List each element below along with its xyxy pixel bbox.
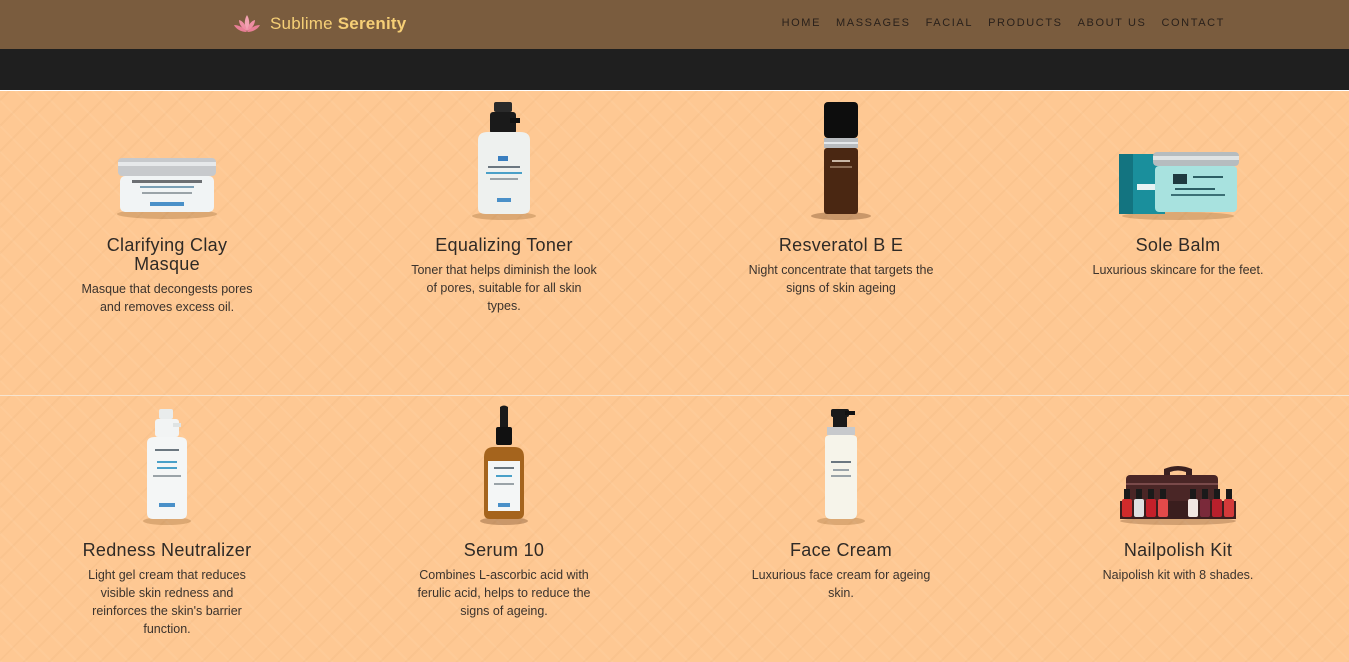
spray-bottle-image [72, 405, 262, 525]
nav-contact[interactable]: CONTACT [1161, 17, 1225, 29]
product-description: Luxurious skincare for the feet. [1092, 263, 1264, 277]
product-card-clarifying-clay-masque[interactable]: Clarifying Clay Masque Masque that decon… [72, 100, 262, 316]
product-card-sole-balm[interactable]: Sole Balm Luxurious skincare for the fee… [1083, 100, 1273, 279]
brand-name: Sublime Serenity [270, 14, 407, 33]
product-title: Clarifying Clay Masque [106, 235, 228, 274]
product-description: Naipolish kit with 8 shades. [1102, 568, 1254, 582]
clay-masque-jar-image [72, 100, 262, 220]
nav-massages[interactable]: MASSAGES [836, 17, 911, 29]
nav-products[interactable]: PRODUCTS [988, 17, 1063, 29]
product-description: Night concentrate that targets the signs… [748, 263, 934, 295]
site-header: Sublime Serenity HOME MASSAGES FACIAL PR… [0, 0, 1349, 49]
product-description: Masque that decongests pores and removes… [81, 282, 253, 314]
product-title: Resveratol B E [778, 235, 904, 255]
row-divider [0, 395, 1349, 396]
product-card-equalizing-toner[interactable]: Equalizing Toner Toner that helps dimini… [409, 100, 599, 315]
toner-spray-bottle-image [409, 100, 599, 220]
product-card-face-cream[interactable]: Face Cream Luxurious face cream for agei… [746, 405, 936, 602]
product-card-resveratol-b-e[interactable]: Resveratol B E Night concentrate that ta… [746, 100, 936, 297]
brand-logo-link[interactable]: Sublime Serenity [232, 11, 406, 37]
nailpolish-case-image [1083, 405, 1273, 525]
main-nav: HOME MASSAGES FACIAL PRODUCTS ABOUT US C… [782, 17, 1225, 29]
product-description: Toner that helps diminish the look of po… [411, 263, 597, 313]
section-divider [0, 90, 1349, 91]
product-title: Sole Balm [1135, 235, 1221, 255]
product-description: Luxurious face cream for ageing skin. [751, 568, 931, 600]
product-card-redness-neutralizer[interactable]: Redness Neutralizer Light gel cream that… [72, 405, 262, 638]
product-description: Light gel cream that reduces visible ski… [88, 568, 246, 636]
product-title: Nailpolish Kit [1123, 540, 1233, 560]
product-card-nailpolish-kit[interactable]: Nailpolish Kit Naipolish kit with 8 shad… [1083, 405, 1273, 584]
nav-facial[interactable]: FACIAL [926, 17, 974, 29]
dropper-bottle-image [409, 405, 599, 525]
serum-pump-bottle-image [746, 100, 936, 220]
nav-about-us[interactable]: ABOUT US [1078, 17, 1147, 29]
pump-bottle-image [746, 405, 936, 525]
product-card-serum-10[interactable]: Serum 10 Combines L-ascorbic acid with f… [409, 405, 599, 620]
product-title: Equalizing Toner [435, 235, 573, 255]
product-description: Combines L-ascorbic acid with ferulic ac… [417, 568, 591, 618]
lotus-icon [234, 15, 260, 32]
nav-home[interactable]: HOME [782, 17, 821, 29]
product-title: Face Cream [789, 540, 893, 560]
dark-banner-strip [0, 49, 1349, 90]
balm-jar-with-box-image [1083, 100, 1273, 220]
product-title: Redness Neutralizer [82, 540, 252, 560]
product-title: Serum 10 [463, 540, 545, 560]
